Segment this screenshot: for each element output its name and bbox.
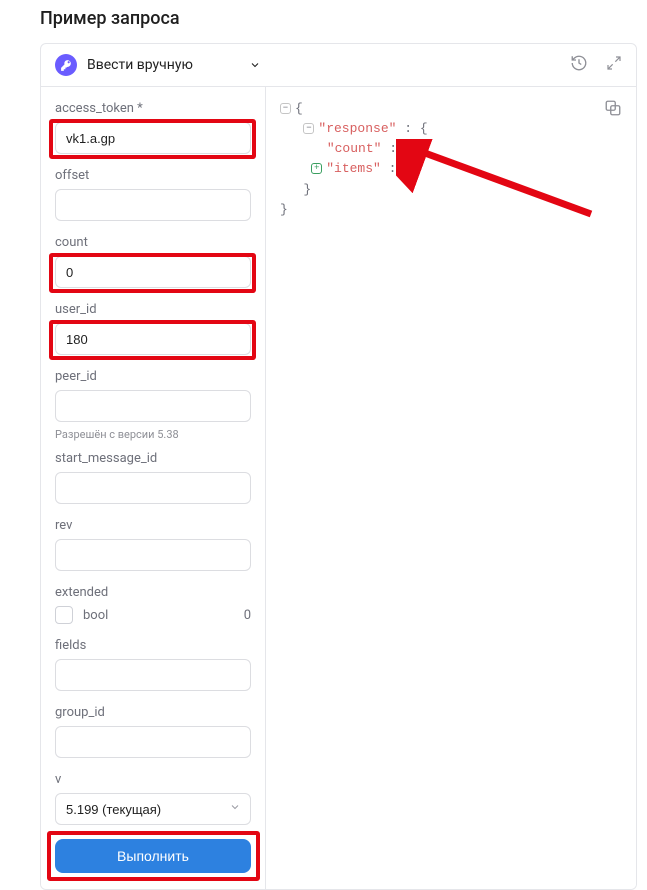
fields-label: fields [55,638,251,653]
form-panel: access_token * offset count user_id peer… [41,87,266,889]
response-panel: −{ −"response" : { "count" : 105 +"items… [266,87,636,889]
group-id-label: group_id [55,705,251,720]
extended-bool-label: bool [83,608,234,623]
peer-id-input[interactable] [55,390,251,422]
extended-checkbox[interactable] [55,606,73,624]
offset-label: offset [55,168,251,183]
v-select[interactable] [55,793,251,825]
history-icon[interactable] [570,54,588,76]
request-card: Ввести вручную access_token * offset [40,43,637,890]
user-id-input[interactable] [55,323,251,355]
extended-zero: 0 [244,608,251,623]
card-body: access_token * offset count user_id peer… [41,87,636,889]
page-title: Пример запроса [0,0,647,43]
copy-icon[interactable] [604,99,622,121]
peer-id-label: peer_id [55,369,251,384]
group-id-input[interactable] [55,726,251,758]
response-count-value: 105 [405,141,428,156]
count-label: count [55,235,251,250]
access-token-input[interactable] [55,122,251,154]
start-message-id-input[interactable] [55,472,251,504]
chevron-down-icon [229,801,241,817]
access-token-label: access_token * [55,101,251,116]
execute-button[interactable]: Выполнить [55,839,251,873]
key-icon [55,54,77,76]
rev-input[interactable] [55,539,251,571]
count-input[interactable] [55,256,251,288]
json-response: −{ −"response" : { "count" : 105 +"items… [280,99,622,220]
expand-icon[interactable] [606,55,622,75]
user-id-label: user_id [55,302,251,317]
start-message-id-label: start_message_id [55,451,251,466]
card-header: Ввести вручную [41,44,636,87]
rev-label: rev [55,518,251,533]
v-label: v [55,772,251,787]
peer-id-version-note: Разрешён с версии 5.38 [55,428,251,441]
extended-label: extended [55,585,251,600]
offset-input[interactable] [55,189,251,221]
chevron-down-icon[interactable] [249,59,261,71]
input-mode-dropdown[interactable]: Ввести вручную [87,57,193,73]
fields-input[interactable] [55,659,251,691]
